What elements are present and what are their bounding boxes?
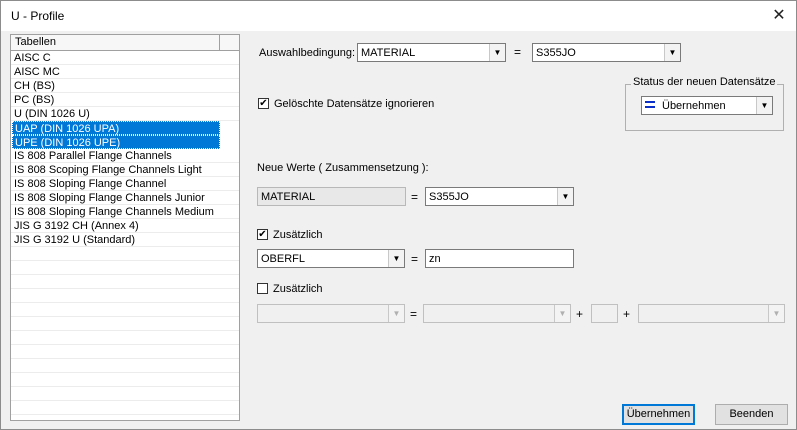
- new-values-equals: =: [411, 190, 419, 204]
- status-select[interactable]: Übernehmen ▼: [641, 96, 773, 115]
- new-values-field: MATERIAL: [257, 187, 406, 206]
- additional2-checkbox[interactable]: [257, 283, 268, 294]
- list-item[interactable]: IS 808 Scoping Flange Channels Light: [11, 163, 239, 177]
- condition-value-text: S355JO: [536, 47, 576, 59]
- additional1-label: Zusätzlich: [273, 229, 323, 241]
- list-empty-row: [11, 331, 239, 345]
- window-title: U - Profile: [11, 9, 65, 23]
- condition-field-value: MATERIAL: [361, 47, 416, 59]
- table-list[interactable]: Tabellen AISC C AISC MC CH (BS) PC (BS) U (D…: [10, 34, 240, 421]
- new-values-value-text: S355JO: [429, 191, 469, 203]
- chevron-down-icon[interactable]: ▼: [388, 250, 404, 267]
- chevron-down-icon[interactable]: ▼: [664, 44, 680, 61]
- list-empty-row: [11, 359, 239, 373]
- additional2-middle-input[interactable]: [591, 304, 618, 323]
- list-empty-row: [11, 373, 239, 387]
- additional2-last-select[interactable]: ▼: [638, 304, 785, 323]
- list-header-tabellen[interactable]: Tabellen: [11, 35, 220, 50]
- chevron-down-icon[interactable]: ▼: [756, 97, 772, 114]
- check-icon: ✔: [259, 98, 268, 109]
- apply-button[interactable]: Übernehmen: [622, 404, 695, 425]
- list-item[interactable]: UAP (DIN 1026 UPA): [12, 121, 220, 135]
- list-empty-row: [11, 317, 239, 331]
- additional1-value-text: zn: [429, 253, 441, 265]
- new-values-label: Neue Werte ( Zusammensetzung ):: [257, 162, 429, 174]
- condition-field-select[interactable]: MATERIAL ▼: [357, 43, 506, 62]
- list-item[interactable]: IS 808 Sloping Flange Channels Medium: [11, 205, 239, 219]
- chevron-down-icon[interactable]: ▼: [554, 305, 570, 322]
- chevron-down-icon[interactable]: ▼: [388, 305, 404, 322]
- list-rows: AISC C AISC MC CH (BS) PC (BS) U (DIN 1026 U…: [11, 51, 239, 415]
- list-item[interactable]: JIS G 3192 U (Standard): [11, 233, 239, 247]
- list-empty-row: [11, 387, 239, 401]
- condition-equals: =: [514, 45, 522, 59]
- equals-icon: [645, 101, 655, 110]
- chevron-down-icon[interactable]: ▼: [489, 44, 505, 61]
- list-item[interactable]: IS 808 Sloping Flange Channels Junior: [11, 191, 239, 205]
- list-item[interactable]: CH (BS): [11, 79, 239, 93]
- additional2-equals: =: [410, 307, 418, 321]
- list-empty-row: [11, 303, 239, 317]
- close-button[interactable]: Beenden: [715, 404, 788, 425]
- ignore-deleted-checkbox[interactable]: ✔: [258, 98, 269, 109]
- status-value: Übernehmen: [662, 100, 726, 112]
- list-item[interactable]: AISC MC: [11, 65, 239, 79]
- condition-label: Auswahlbedingung:: [259, 47, 356, 59]
- check-icon: ✔: [258, 229, 267, 240]
- additional2-plus-2: +: [623, 307, 631, 321]
- additional1-value-input[interactable]: zn: [425, 249, 574, 268]
- list-item[interactable]: PC (BS): [11, 93, 239, 107]
- list-item[interactable]: AISC C: [11, 51, 239, 65]
- list-empty-row: [11, 345, 239, 359]
- list-empty-row: [11, 275, 239, 289]
- title-bar: U - Profile ✕: [1, 1, 796, 31]
- list-empty-row: [11, 401, 239, 415]
- list-item[interactable]: U (DIN 1026 U): [11, 107, 239, 121]
- list-empty-row: [11, 247, 239, 261]
- new-values-field-text: MATERIAL: [261, 191, 316, 203]
- additional1-checkbox[interactable]: ✔: [257, 229, 268, 240]
- new-values-value-select[interactable]: S355JO ▼: [425, 187, 574, 206]
- list-item[interactable]: IS 808 Sloping Flange Channel: [11, 177, 239, 191]
- additional2-plus-1: +: [576, 307, 584, 321]
- list-empty-row: [11, 289, 239, 303]
- condition-value-select[interactable]: S355JO ▼: [532, 43, 681, 62]
- list-item[interactable]: IS 808 Parallel Flange Channels: [11, 149, 239, 163]
- additional1-field-text: OBERFL: [261, 253, 306, 265]
- list-item[interactable]: JIS G 3192 CH (Annex 4): [11, 219, 239, 233]
- list-item[interactable]: UPE (DIN 1026 UPE): [12, 135, 220, 149]
- additional1-equals: =: [411, 252, 419, 266]
- chevron-down-icon[interactable]: ▼: [557, 188, 573, 205]
- status-frame-title: Status der neuen Datensätze: [631, 76, 778, 88]
- additional2-label: Zusätzlich: [273, 283, 323, 295]
- close-icon[interactable]: ✕: [768, 5, 790, 27]
- chevron-down-icon[interactable]: ▼: [768, 305, 784, 322]
- additional1-field-select[interactable]: OBERFL ▼: [257, 249, 405, 268]
- dialog-window: U - Profile ✕ Tabellen AISC C AISC MC CH (…: [0, 0, 797, 430]
- list-empty-row: [11, 261, 239, 275]
- ignore-deleted-label: Gelöschte Datensätze ignorieren: [274, 98, 435, 110]
- additional2-value-select[interactable]: ▼: [423, 304, 571, 323]
- additional2-field-select[interactable]: ▼: [257, 304, 405, 323]
- list-header: Tabellen: [11, 35, 239, 51]
